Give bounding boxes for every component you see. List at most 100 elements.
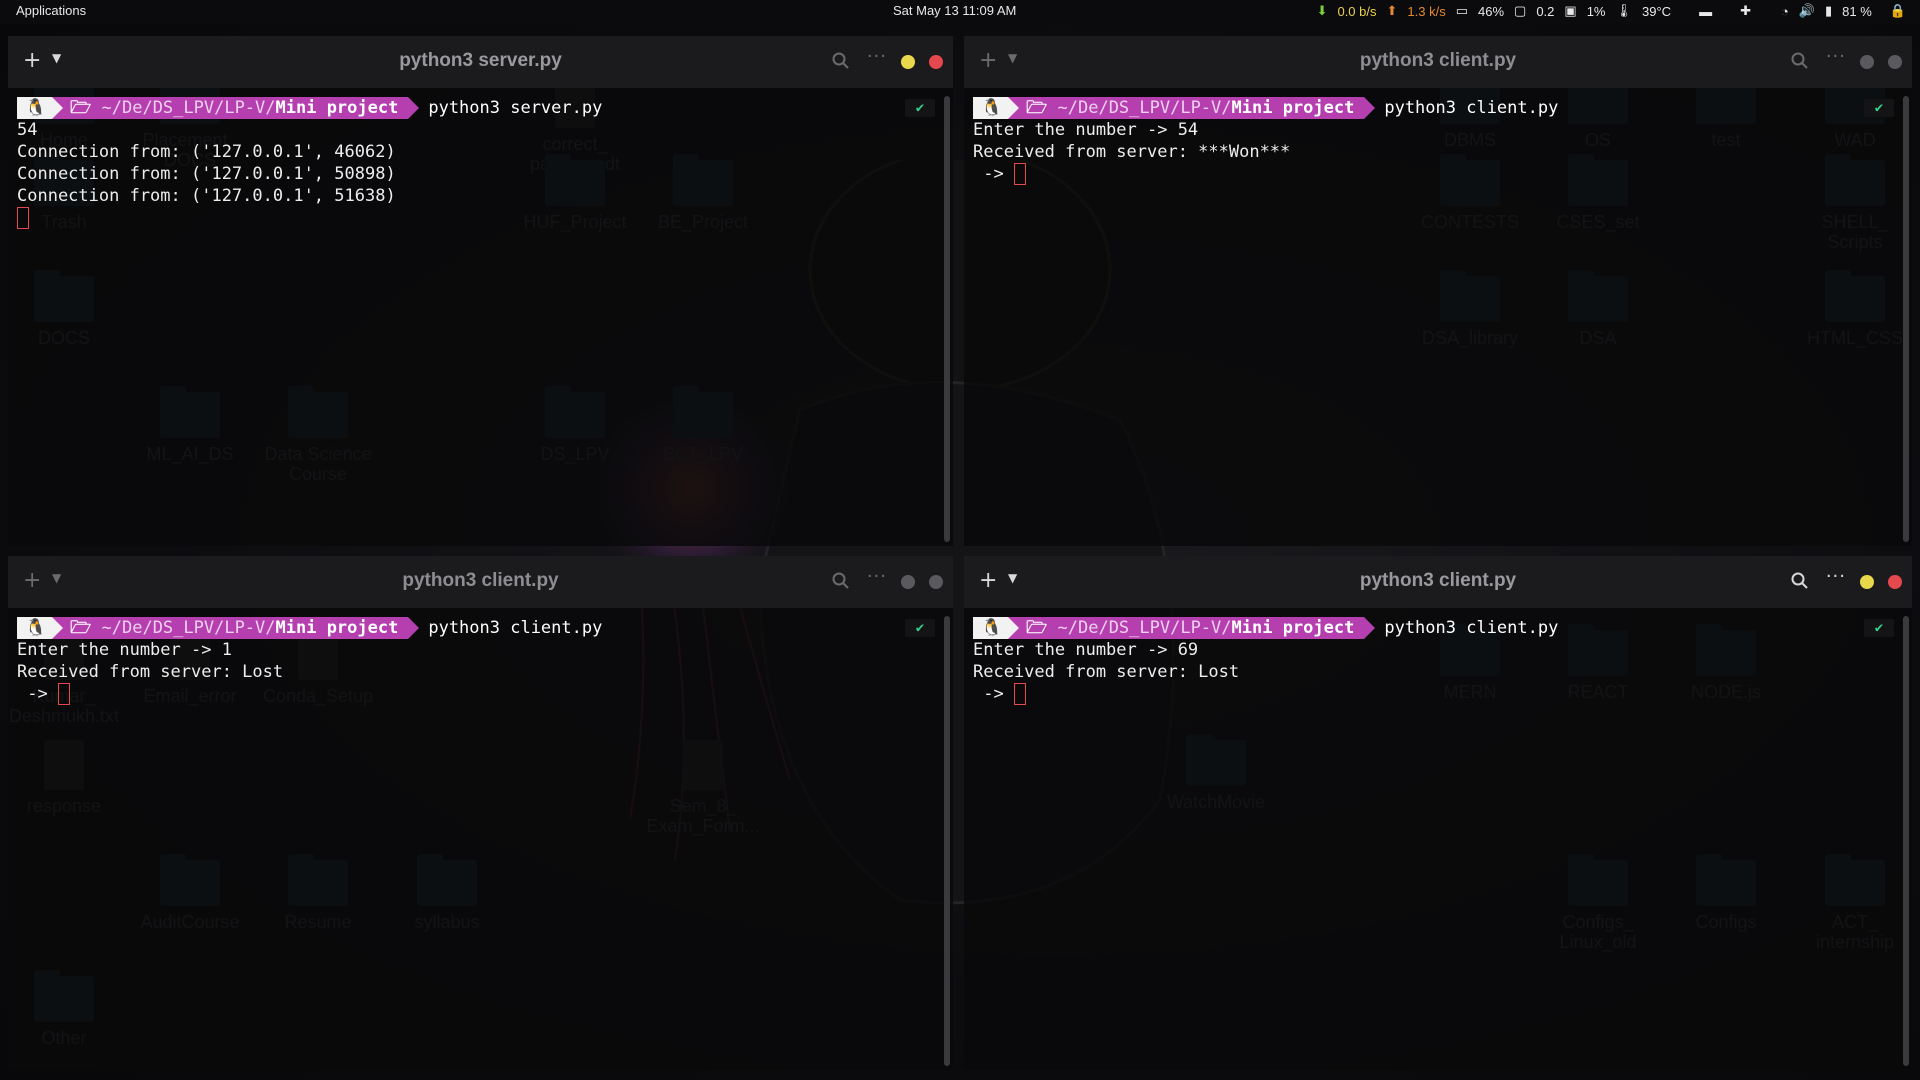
window-title: python3 client.py bbox=[1359, 570, 1517, 591]
command-text: python3 client.py bbox=[428, 618, 603, 638]
more-options-icon[interactable]: ··· bbox=[1826, 566, 1846, 587]
cursor[interactable] bbox=[17, 207, 29, 229]
scrollbar[interactable] bbox=[944, 96, 950, 542]
close-button[interactable] bbox=[1888, 55, 1902, 69]
path-prefix: ~/De/DS_LPV/LP-V/ bbox=[1057, 618, 1232, 638]
output-line: Connection from: ('127.0.0.1', 46062) bbox=[17, 142, 396, 162]
folder-icon: 🗁 bbox=[1026, 98, 1048, 118]
battery-icon: ▮ bbox=[1825, 3, 1833, 18]
lock-icon[interactable]: 🔒 bbox=[1890, 3, 1906, 19]
output-line: Received from server: ***Won*** bbox=[973, 142, 1291, 162]
output-line: Connection from: ('127.0.0.1', 51638) bbox=[17, 186, 396, 206]
output-line: Enter the number -> 69 bbox=[973, 640, 1199, 660]
extension-icon[interactable]: ✚ bbox=[1740, 3, 1751, 19]
prompt-path: 🗁 ~/De/DS_LPV/LP-V/Mini project bbox=[52, 617, 420, 639]
folder-icon: 🗁 bbox=[70, 98, 92, 118]
battery-level: 81 % bbox=[1842, 3, 1872, 19]
close-button[interactable] bbox=[1888, 575, 1902, 589]
memory-usage: 1% bbox=[1586, 3, 1606, 19]
terminal-pane-server[interactable]: + ▼ python3 server.py ··· 🐧 🗁 ~/De/DS_LP… bbox=[8, 36, 953, 546]
scrollbar[interactable] bbox=[944, 616, 950, 1066]
output-line: Received from server: Lost bbox=[17, 662, 284, 682]
top-panel: Applications Sat May 13 11:09 AM ⬇ 0.0 b… bbox=[0, 0, 1920, 24]
status-check-icon: ✔ bbox=[1864, 99, 1894, 117]
search-icon[interactable] bbox=[1790, 571, 1810, 591]
scrollbar[interactable] bbox=[1903, 96, 1909, 542]
temperature: 39°C bbox=[1642, 3, 1672, 19]
clock[interactable]: Sat May 13 11:09 AM bbox=[893, 3, 1016, 18]
minimize-button[interactable] bbox=[1860, 575, 1874, 589]
window-title: python3 client.py bbox=[402, 570, 559, 591]
command-text: python3 client.py bbox=[1384, 618, 1559, 638]
path-current: Mini project bbox=[275, 98, 399, 118]
prompt: 🐧 🗁 ~/De/DS_LPV/LP-V/Mini project python… bbox=[973, 617, 1912, 639]
close-button[interactable] bbox=[929, 575, 943, 589]
output-line: Received from server: Lost bbox=[973, 662, 1240, 682]
applications-menu[interactable]: Applications bbox=[16, 3, 86, 18]
workspace-icon[interactable]: ▬ bbox=[1699, 4, 1712, 19]
path-prefix: ~/De/DS_LPV/LP-V/ bbox=[101, 98, 276, 118]
search-icon[interactable] bbox=[831, 51, 851, 71]
system-tray: ⬇ 0.0 b/s ⬆ 1.3 k/s ▭ 46% ▢ 0.2 ▣ 1% 🌡 39°C … bbox=[1317, 3, 1906, 19]
output-line: Enter the number -> 54 bbox=[973, 120, 1199, 140]
minimize-button[interactable] bbox=[901, 575, 915, 589]
prompt: 🐧 🗁 ~/De/DS_LPV/LP-V/Mini project python… bbox=[973, 97, 1912, 119]
cursor[interactable] bbox=[1013, 163, 1026, 185]
input-line[interactable]: -> bbox=[973, 163, 1912, 185]
load-average: 0.2 bbox=[1536, 3, 1555, 19]
terminal-pane-client-1[interactable]: + ▼ python3 client.py ··· 🐧 🗁 ~/De/DS_LP… bbox=[964, 36, 1912, 546]
memory-icon: ▣ bbox=[1564, 3, 1577, 18]
linux-icon: 🐧 bbox=[17, 97, 64, 119]
upload-arrow-icon: ⬆ bbox=[1386, 3, 1398, 18]
terminal-output[interactable]: 🐧 🗁 ~/De/DS_LPV/LP-V/Mini project python… bbox=[964, 608, 1912, 1070]
input-line[interactable]: -> bbox=[17, 683, 953, 705]
wifi-icon[interactable]: ◔ bbox=[1781, 4, 1789, 19]
status-check-icon: ✔ bbox=[905, 619, 935, 637]
output-line: Connection from: ('127.0.0.1', 50898) bbox=[17, 164, 396, 184]
cursor[interactable] bbox=[57, 683, 70, 705]
more-options-icon[interactable]: ··· bbox=[1826, 46, 1846, 67]
input-line[interactable] bbox=[17, 207, 953, 229]
linux-icon: 🐧 bbox=[973, 617, 1020, 639]
window-title: python3 server.py bbox=[399, 50, 562, 71]
scrollbar[interactable] bbox=[1903, 616, 1909, 1066]
thermometer-icon: 🌡 bbox=[1615, 3, 1633, 18]
output-line: Enter the number -> 1 bbox=[17, 640, 232, 660]
input-line[interactable]: -> bbox=[973, 683, 1912, 705]
output-line: 54 bbox=[17, 120, 38, 140]
command-text: python3 server.py bbox=[428, 98, 603, 118]
terminal-titlebar[interactable]: + ▼ python3 client.py ··· bbox=[964, 36, 1912, 88]
path-prefix: ~/De/DS_LPV/LP-V/ bbox=[101, 618, 276, 638]
terminal-output[interactable]: 🐧 🗁 ~/De/DS_LPV/LP-V/Mini project python… bbox=[8, 88, 953, 546]
volume-icon[interactable]: 🔊 bbox=[1799, 3, 1815, 19]
search-icon[interactable] bbox=[1790, 51, 1810, 71]
input-prompt: -> bbox=[17, 684, 58, 704]
net-down-speed: 0.0 b/s bbox=[1337, 3, 1377, 19]
cursor[interactable] bbox=[1013, 683, 1026, 705]
terminal-titlebar[interactable]: + ▼ python3 client.py ··· bbox=[8, 556, 953, 608]
terminal-titlebar[interactable]: + ▼ python3 client.py ··· bbox=[964, 556, 1912, 608]
minimize-button[interactable] bbox=[901, 55, 915, 69]
more-options-icon[interactable]: ··· bbox=[867, 46, 887, 67]
minimize-button[interactable] bbox=[1860, 55, 1874, 69]
prompt-path: 🗁 ~/De/DS_LPV/LP-V/Mini project bbox=[1008, 617, 1376, 639]
status-check-icon: ✔ bbox=[1864, 619, 1894, 637]
terminal-pane-client-2[interactable]: + ▼ python3 client.py ··· 🐧 🗁 ~/De/DS_LP… bbox=[8, 556, 953, 1070]
path-current: Mini project bbox=[1231, 618, 1355, 638]
download-arrow-icon: ⬇ bbox=[1316, 3, 1328, 18]
prompt: 🐧 🗁 ~/De/DS_LPV/LP-V/Mini project python… bbox=[17, 617, 953, 639]
prompt: 🐧 🗁 ~/De/DS_LPV/LP-V/Mini project python… bbox=[17, 97, 953, 119]
path-current: Mini project bbox=[1231, 98, 1355, 118]
close-button[interactable] bbox=[929, 55, 943, 69]
search-icon[interactable] bbox=[831, 571, 851, 591]
terminal-pane-client-3[interactable]: + ▼ python3 client.py ··· 🐧 🗁 ~/De/DS_LP… bbox=[964, 556, 1912, 1070]
terminal-output[interactable]: 🐧 🗁 ~/De/DS_LPV/LP-V/Mini project python… bbox=[8, 608, 953, 1070]
linux-icon: 🐧 bbox=[17, 617, 64, 639]
status-check-icon: ✔ bbox=[905, 99, 935, 117]
more-options-icon[interactable]: ··· bbox=[867, 566, 887, 587]
command-text: python3 client.py bbox=[1384, 98, 1559, 118]
folder-icon: 🗁 bbox=[70, 618, 92, 638]
terminal-titlebar[interactable]: + ▼ python3 server.py ··· bbox=[8, 36, 953, 88]
monitor-icon: ▢ bbox=[1514, 3, 1527, 18]
terminal-output[interactable]: 🐧 🗁 ~/De/DS_LPV/LP-V/Mini project python… bbox=[964, 88, 1912, 546]
